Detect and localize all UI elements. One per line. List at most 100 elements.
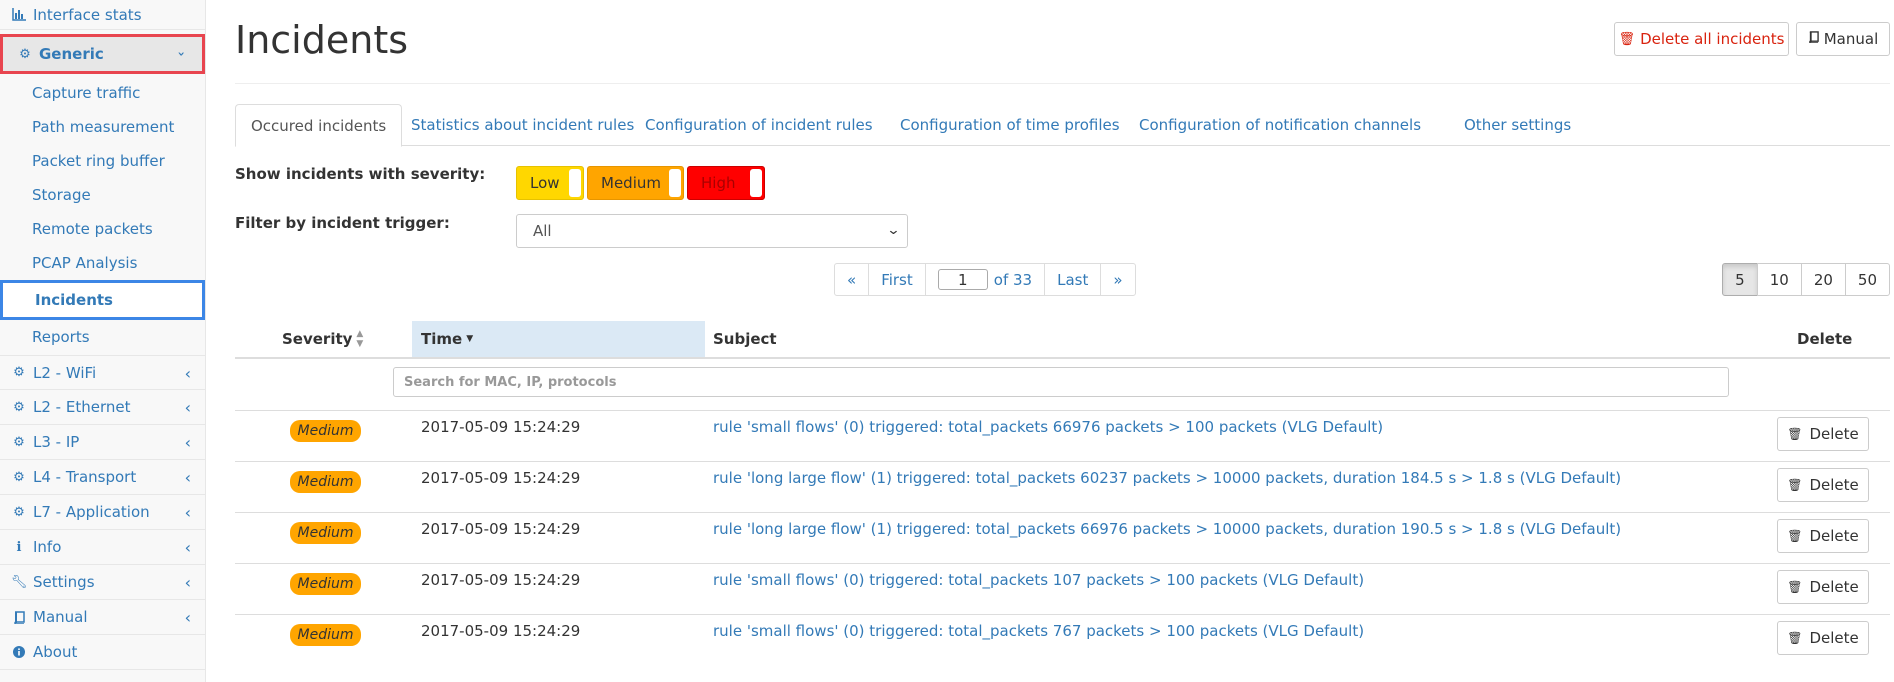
incident-subject-link[interactable]: rule 'small flows' (0) triggered: total_… [713, 622, 1364, 640]
sidebar-item-settings[interactable]: 🔧︎ Settings ‹ [0, 565, 205, 600]
sidebar-item-incidents[interactable]: Incidents [0, 280, 205, 320]
sidebar-item-label: Packet ring buffer [32, 152, 165, 170]
sidebar-item-label: L2 - WiFi [33, 363, 97, 382]
search-input[interactable] [393, 367, 1729, 397]
sidebar-item-generic[interactable]: ⚙ Generic › [0, 34, 205, 74]
page-size-5[interactable]: 5 [1722, 263, 1758, 296]
sidebar-item-label: Generic [39, 45, 104, 63]
sidebar-item-storage[interactable]: Storage [0, 178, 205, 212]
toggle-label: Medium [601, 174, 661, 192]
pagination-prev[interactable]: « [834, 263, 870, 296]
sidebar-item-label: L3 - IP [33, 433, 80, 451]
sidebar-item-l2-ethernet[interactable]: ⚙ L2 - Ethernet ‹ [0, 390, 205, 425]
severity-filter-label: Show incidents with severity: [235, 165, 486, 183]
page-size-50[interactable]: 50 [1844, 263, 1890, 296]
page-number-input[interactable] [937, 269, 988, 290]
trash-icon: 🗑︎ [1787, 631, 1803, 645]
column-header-time[interactable]: Time ▼ [412, 321, 705, 357]
sidebar-item-label: Interface stats [33, 5, 142, 24]
incident-subject-link[interactable]: rule 'small flows' (0) triggered: total_… [713, 418, 1383, 436]
tab-other-settings[interactable]: Other settings [1464, 104, 1571, 146]
button-label: Delete [1809, 476, 1859, 494]
sort-desc-icon: ▼ [466, 334, 474, 344]
sidebar-item-path-measurement[interactable]: Path measurement [0, 110, 205, 144]
toggle-knob [569, 169, 581, 197]
pagination-next[interactable]: » [1100, 263, 1136, 296]
incident-time: 2017-05-09 15:24:29 [421, 418, 581, 436]
severity-high-toggle[interactable]: High [687, 166, 765, 200]
info-icon: i [16, 539, 22, 555]
toggle-knob [750, 169, 762, 197]
tab-config-notification-channels[interactable]: Configuration of notification channels [1139, 104, 1421, 146]
sidebar-item-capture-traffic[interactable]: Capture traffic [0, 76, 205, 110]
chevron-down-icon: ⌄ [886, 223, 901, 238]
chevron-left-icon: ‹ [184, 503, 191, 522]
severity-low-toggle[interactable]: Low [516, 166, 584, 200]
sidebar-item-about[interactable]: About [0, 635, 205, 670]
sidebar-item-l2-wifi[interactable]: ⚙ L2 - WiFi ‹ [0, 355, 205, 390]
delete-button[interactable]: 🗑︎ Delete [1777, 468, 1869, 502]
severity-badge: Medium [290, 624, 361, 646]
gear-icon: ⚙ [13, 365, 25, 380]
sidebar-item-pcap-analysis[interactable]: PCAP Analysis [0, 246, 205, 280]
sidebar-item-reports[interactable]: Reports [0, 320, 205, 354]
tab-bar: Occured incidents Statistics about incid… [235, 104, 1890, 147]
sort-icon: ▲ ▼ [356, 329, 364, 349]
table-filter-row [235, 359, 1890, 411]
page-size-10[interactable]: 10 [1756, 263, 1802, 296]
toggle-knob [669, 169, 681, 197]
table-row: Medium 2017-05-09 15:24:29 rule 'long la… [235, 513, 1890, 564]
chevron-left-icon: ‹ [184, 398, 191, 417]
button-label: Manual [1823, 30, 1879, 48]
table-row: Medium 2017-05-09 15:24:29 rule 'small f… [235, 564, 1890, 615]
column-header-subject: Subject [713, 330, 777, 348]
trash-icon: 🗑︎ [1787, 427, 1803, 441]
column-header-severity[interactable]: Severity ▲ ▼ [282, 321, 363, 357]
sidebar-item-info[interactable]: i Info ‹ [0, 530, 205, 565]
chevron-left-icon: ‹ [184, 608, 191, 627]
incident-subject-link[interactable]: rule 'long large flow' (1) triggered: to… [713, 520, 1621, 538]
delete-all-incidents-button[interactable]: 🗑︎ Delete all incidents [1614, 22, 1789, 56]
sidebar-item-label: Incidents [35, 291, 113, 309]
page-size-20[interactable]: 20 [1800, 263, 1846, 296]
delete-button[interactable]: 🗑︎ Delete [1777, 621, 1869, 655]
pagination-first[interactable]: First [868, 263, 926, 296]
manual-button[interactable]: Manual [1796, 22, 1890, 56]
trigger-select[interactable]: All ⌄ [516, 214, 908, 248]
trash-icon: 🗑︎ [1787, 580, 1803, 594]
sidebar-item-l4-transport[interactable]: ⚙ L4 - Transport ‹ [0, 460, 205, 495]
severity-badge: Medium [290, 522, 361, 544]
tab-occured-incidents[interactable]: Occured incidents [235, 104, 403, 147]
delete-button[interactable]: 🗑︎ Delete [1777, 519, 1869, 553]
gear-icon: ⚙ [19, 46, 31, 62]
incident-subject-link[interactable]: rule 'long large flow' (1) triggered: to… [713, 469, 1621, 487]
sidebar-item-label: About [33, 643, 78, 661]
page-size-selector: 5 10 20 50 [1722, 263, 1890, 296]
delete-button[interactable]: 🗑︎ Delete [1777, 570, 1869, 604]
chevron-left-icon: ‹ [184, 573, 191, 592]
sidebar-item-label: Info [33, 538, 62, 556]
gear-icon: ⚙ [13, 504, 25, 520]
toggle-label: Low [530, 174, 560, 192]
wrench-icon: 🔧︎ [10, 574, 28, 590]
chevron-left-icon: ‹ [184, 538, 191, 557]
pagination-last[interactable]: Last [1044, 263, 1102, 296]
sidebar-item-l7-application[interactable]: ⚙ L7 - Application ‹ [0, 495, 205, 530]
gear-icon: ⚙ [13, 434, 25, 450]
severity-medium-toggle[interactable]: Medium [587, 166, 684, 200]
sidebar-item-interface-stats[interactable]: Interface stats [0, 0, 205, 30]
incident-subject-link[interactable]: rule 'small flows' (0) triggered: total_… [713, 571, 1364, 589]
tab-statistics[interactable]: Statistics about incident rules [411, 104, 634, 146]
sidebar-item-remote-packets[interactable]: Remote packets [0, 212, 205, 246]
sidebar-item-l3-ip[interactable]: ⚙ L3 - IP ‹ [0, 425, 205, 460]
tab-config-incident-rules[interactable]: Configuration of incident rules [645, 104, 873, 146]
sidebar-item-label: PCAP Analysis [32, 254, 138, 272]
sidebar-item-label: Reports [32, 328, 90, 346]
tab-config-time-profiles[interactable]: Configuration of time profiles [900, 104, 1120, 146]
gear-icon: ⚙ [13, 469, 25, 485]
sidebar-item-manual[interactable]: Manual ‹ [0, 600, 205, 635]
sidebar-item-packet-ring-buffer[interactable]: Packet ring buffer [0, 144, 205, 178]
main-content: Incidents 🗑︎ Delete all incidents Manual… [206, 0, 1894, 682]
page-count: of 33 [993, 270, 1033, 289]
delete-button[interactable]: 🗑︎ Delete [1777, 417, 1869, 451]
